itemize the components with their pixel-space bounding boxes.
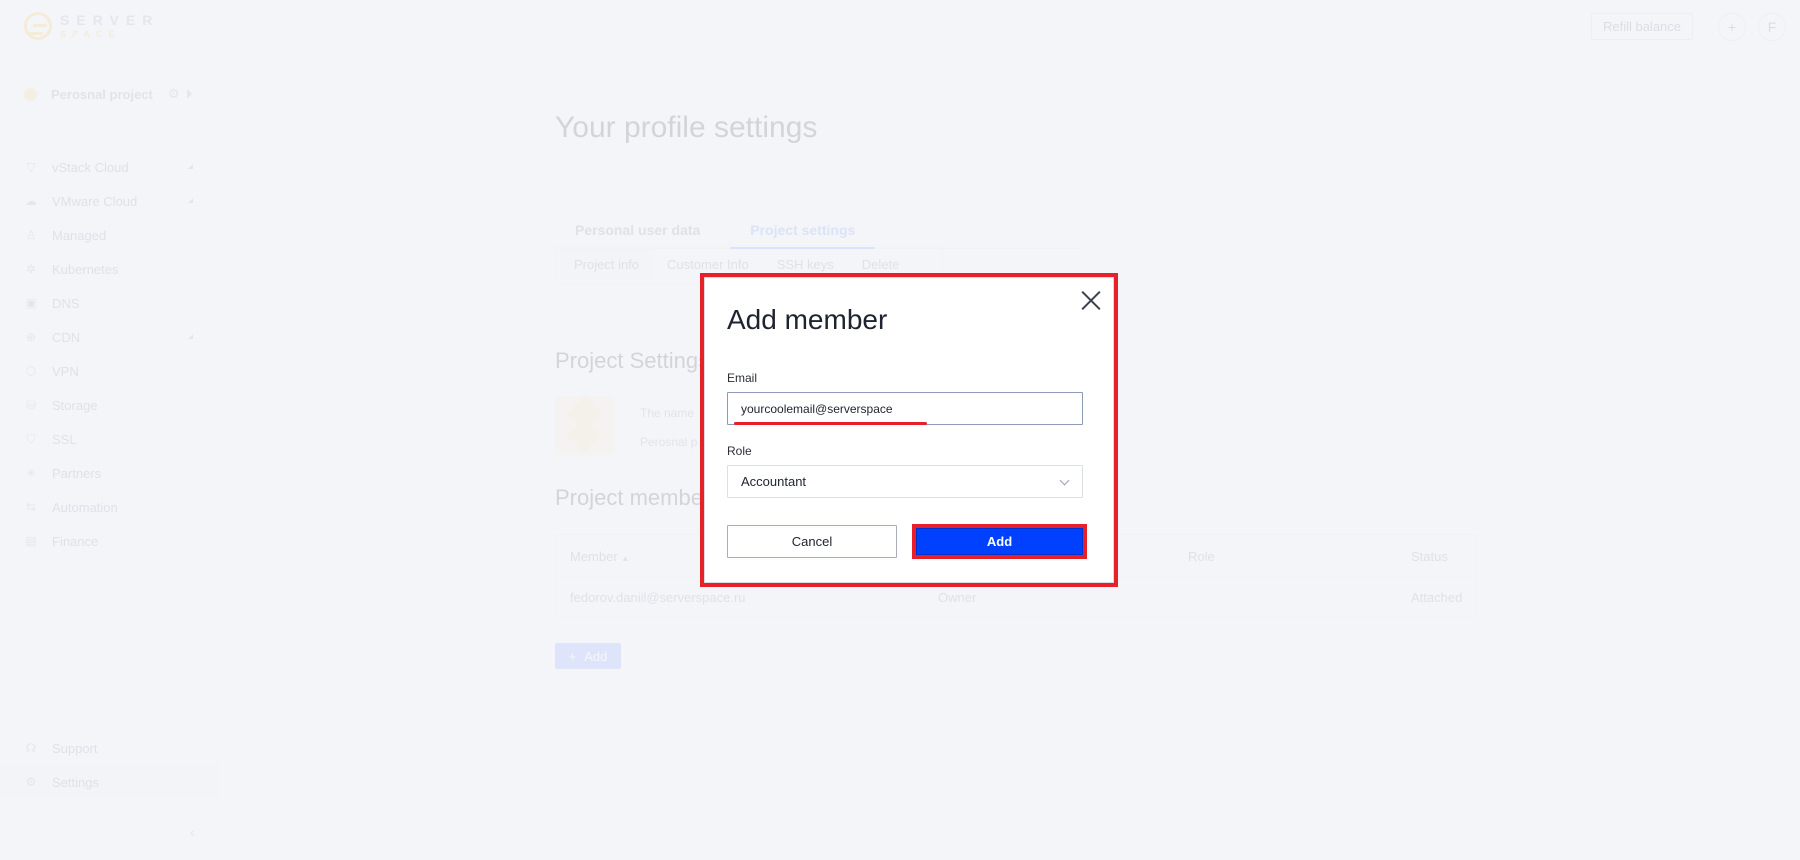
email-field[interactable] xyxy=(727,392,1083,425)
close-icon[interactable] xyxy=(1080,289,1102,311)
role-select-value: Accountant xyxy=(741,474,807,489)
cancel-button[interactable]: Cancel xyxy=(727,525,897,558)
role-select[interactable]: Accountant xyxy=(727,465,1083,498)
annotation-highlight: Add xyxy=(912,524,1087,559)
add-button[interactable]: Add xyxy=(916,528,1083,555)
dialog-title: Add member xyxy=(727,304,888,335)
role-label: Role xyxy=(727,444,752,458)
email-label: Email xyxy=(727,371,758,385)
add-member-dialog: Add member Email Role Accountant Cancel … xyxy=(700,273,1118,587)
annotation-underline xyxy=(734,422,927,425)
chevron-down-icon xyxy=(1059,475,1070,486)
